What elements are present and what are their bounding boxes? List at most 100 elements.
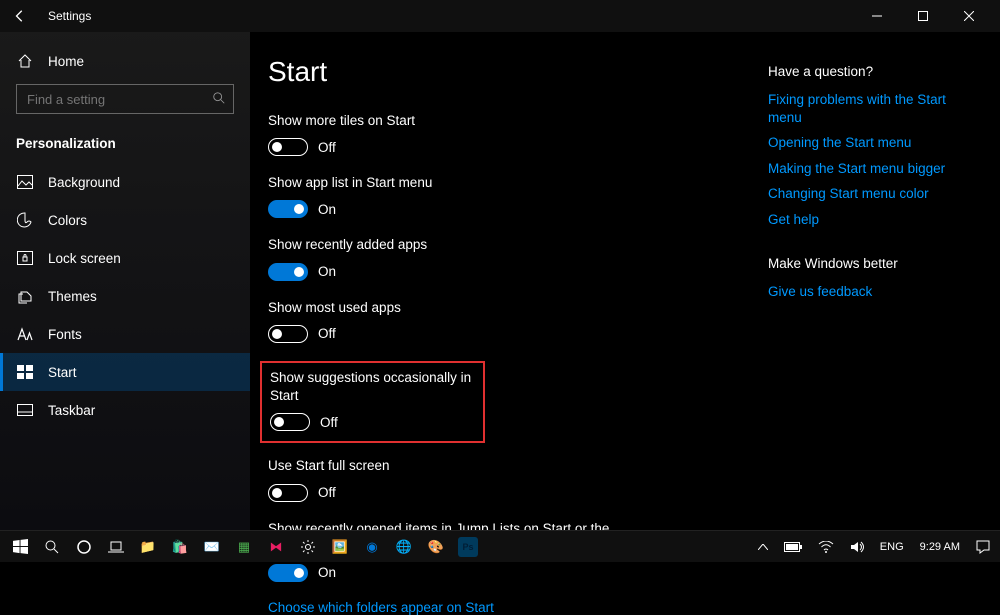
toggle-state: On — [318, 565, 336, 580]
toggle-switch[interactable] — [268, 484, 308, 502]
toggle-switch[interactable] — [270, 413, 310, 431]
toggle-switch[interactable] — [268, 564, 308, 582]
taskbar-app[interactable]: 🌐 — [388, 533, 420, 561]
close-icon — [964, 11, 974, 21]
home-button[interactable]: Home — [0, 42, 250, 80]
system-tray: ENG 9:29 AM — [752, 533, 996, 561]
category-header[interactable]: Personalization — [0, 126, 250, 163]
search-icon — [212, 91, 226, 105]
sidebar-item-background[interactable]: Background — [0, 163, 250, 201]
home-icon — [16, 52, 34, 70]
title-bar: Settings — [0, 0, 1000, 32]
notification-icon — [976, 540, 990, 554]
feedback-link[interactable]: Give us feedback — [768, 283, 982, 301]
help-link[interactable]: Fixing problems with the Start menu — [768, 91, 982, 126]
page-title: Start — [268, 56, 768, 88]
question-heading: Have a question? — [768, 64, 982, 79]
toggle-switch[interactable] — [268, 325, 308, 343]
sidebar-item-label: Taskbar — [48, 403, 95, 418]
start-button[interactable] — [4, 533, 36, 561]
palette-icon — [16, 211, 34, 229]
content-area: Start Show more tiles on Start Off Show … — [250, 32, 1000, 530]
toggle-switch[interactable] — [268, 263, 308, 281]
taskbar-app[interactable]: ⧓ — [260, 533, 292, 561]
help-link[interactable]: Get help — [768, 211, 982, 229]
fonts-icon — [16, 325, 34, 343]
setting-show-app-list: Show app list in Start menu On — [268, 174, 768, 218]
taskbar-app[interactable]: Ps — [458, 537, 478, 557]
close-button[interactable] — [946, 0, 992, 32]
toggle-state: Off — [318, 140, 336, 155]
toggle-state: Off — [318, 326, 336, 341]
taskbar-app[interactable]: 🖼️ — [324, 533, 356, 561]
home-label: Home — [48, 54, 84, 69]
search-box[interactable] — [16, 84, 234, 114]
cortana-button[interactable] — [68, 533, 100, 561]
back-button[interactable] — [8, 4, 32, 28]
search-input[interactable] — [16, 84, 234, 114]
choose-folders-link[interactable]: Choose which folders appear on Start — [268, 600, 768, 615]
settings-panel: Start Show more tiles on Start Off Show … — [268, 56, 768, 530]
minimize-icon — [872, 11, 882, 21]
taskbar: 📁 🛍️ ✉️ ▦ ⧓ 🖼️ ◉ 🌐 🎨 Ps ENG 9:29 AM — [0, 530, 1000, 562]
taskbar-app[interactable]: ▦ — [228, 533, 260, 561]
arrow-left-icon — [13, 9, 27, 23]
sidebar: Home Personalization Background Colors L… — [0, 32, 250, 530]
window-title: Settings — [48, 9, 91, 23]
sidebar-item-themes[interactable]: Themes — [0, 277, 250, 315]
toggle-state: On — [318, 202, 336, 217]
taskbar-app[interactable]: ◉ — [356, 533, 388, 561]
sidebar-item-lock-screen[interactable]: Lock screen — [0, 239, 250, 277]
tray-volume[interactable] — [844, 533, 870, 561]
right-panel: Have a question? Fixing problems with th… — [768, 56, 998, 530]
tray-notifications[interactable] — [970, 533, 996, 561]
setting-label: Use Start full screen — [268, 457, 768, 475]
maximize-icon — [918, 11, 928, 21]
tray-clock[interactable]: 9:29 AM — [914, 533, 966, 561]
taskbar-app-settings[interactable] — [292, 533, 324, 561]
setting-show-more-tiles: Show more tiles on Start Off — [268, 112, 768, 156]
sidebar-item-colors[interactable]: Colors — [0, 201, 250, 239]
task-view-button[interactable] — [100, 533, 132, 561]
help-link[interactable]: Opening the Start menu — [768, 134, 982, 152]
sidebar-item-fonts[interactable]: Fonts — [0, 315, 250, 353]
setting-label: Show more tiles on Start — [268, 112, 768, 130]
tray-language[interactable]: ENG — [874, 533, 910, 561]
taskbar-app[interactable]: 📁 — [132, 533, 164, 561]
search-icon — [44, 539, 60, 555]
tray-battery[interactable] — [778, 533, 808, 561]
toggle-switch[interactable] — [268, 138, 308, 156]
sidebar-item-label: Lock screen — [48, 251, 121, 266]
help-link[interactable]: Changing Start menu color — [768, 185, 982, 203]
setting-recently-added: Show recently added apps On — [268, 236, 768, 280]
cortana-icon — [76, 539, 92, 555]
sidebar-item-label: Themes — [48, 289, 97, 304]
help-link[interactable]: Making the Start menu bigger — [768, 160, 982, 178]
search-button[interactable] — [36, 533, 68, 561]
maximize-button[interactable] — [900, 0, 946, 32]
battery-icon — [784, 542, 802, 552]
taskbar-icon — [16, 401, 34, 419]
minimize-button[interactable] — [854, 0, 900, 32]
taskbar-app[interactable]: 🛍️ — [164, 533, 196, 561]
setting-full-screen: Use Start full screen Off — [268, 457, 768, 501]
setting-label: Show suggestions occasionally in Start — [270, 369, 475, 405]
toggle-switch[interactable] — [268, 200, 308, 218]
tray-wifi[interactable] — [812, 533, 840, 561]
taskbar-app[interactable]: ✉️ — [196, 533, 228, 561]
setting-label: Show recently added apps — [268, 236, 768, 254]
volume-icon — [850, 540, 864, 554]
toggle-state: Off — [320, 415, 338, 430]
themes-icon — [16, 287, 34, 305]
tray-chevron[interactable] — [752, 533, 774, 561]
sidebar-item-start[interactable]: Start — [0, 353, 250, 391]
highlighted-setting: Show suggestions occasionally in Start O… — [260, 361, 485, 443]
taskbar-app[interactable]: 🎨 — [420, 533, 452, 561]
sidebar-item-label: Background — [48, 175, 120, 190]
window-controls — [854, 0, 992, 32]
sidebar-item-taskbar[interactable]: Taskbar — [0, 391, 250, 429]
windows-icon — [13, 539, 28, 554]
gear-icon — [300, 539, 316, 555]
wifi-icon — [818, 541, 834, 553]
toggle-state: Off — [318, 485, 336, 500]
